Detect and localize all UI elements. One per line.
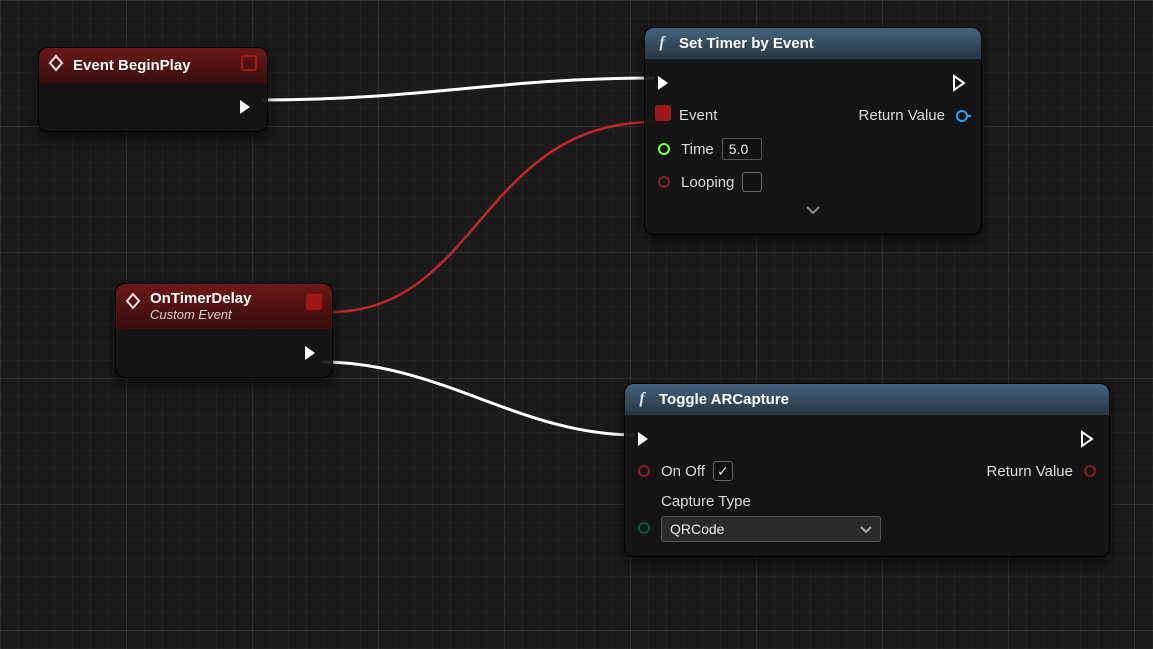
pin-label-time: Time: [681, 141, 714, 158]
return-out-pin[interactable]: [953, 107, 971, 125]
node-event-beginplay[interactable]: Event BeginPlay: [38, 47, 268, 132]
exec-in-pin[interactable]: [635, 429, 655, 449]
event-in-pin[interactable]: [655, 105, 671, 126]
event-icon: [124, 292, 142, 314]
node-toggle-arcapture[interactable]: f Toggle ARCapture On Off ✓: [624, 383, 1110, 557]
delegate-out-pin[interactable]: [241, 55, 257, 75]
pin-label-return: Return Value: [987, 463, 1073, 480]
node-header: f Set Timer by Event: [645, 28, 981, 59]
node-set-timer-by-event[interactable]: f Set Timer by Event Event Return Value: [644, 27, 982, 235]
node-subtitle: Custom Event: [150, 307, 251, 322]
exec-out-pin[interactable]: [302, 343, 322, 363]
node-ontimerdelay[interactable]: OnTimerDelay Custom Event: [115, 283, 333, 378]
dropdown-value: QRCode: [670, 521, 724, 537]
function-icon: f: [633, 390, 651, 408]
onoff-in-pin[interactable]: [635, 462, 653, 480]
exec-in-pin[interactable]: [655, 73, 675, 93]
function-icon: f: [653, 34, 671, 52]
return-out-pin[interactable]: [1081, 462, 1099, 480]
node-title: Toggle ARCapture: [659, 391, 789, 408]
pin-label-return: Return Value: [859, 107, 945, 124]
exec-out-pin[interactable]: [951, 73, 971, 93]
pin-label-looping: Looping: [681, 174, 734, 191]
pin-label-capture-type: Capture Type: [661, 493, 881, 510]
pin-label-onoff: On Off: [661, 463, 705, 480]
exec-out-pin[interactable]: [1079, 429, 1099, 449]
pin-label-event: Event: [679, 107, 717, 124]
node-header: f Toggle ARCapture: [625, 384, 1109, 415]
event-icon: [47, 54, 65, 76]
exec-out-pin[interactable]: [237, 97, 257, 117]
onoff-checkbox[interactable]: ✓: [713, 461, 733, 481]
time-in-pin[interactable]: [655, 140, 673, 158]
looping-in-pin[interactable]: [655, 173, 673, 191]
time-value-input[interactable]: 5.0: [722, 138, 762, 160]
capturetype-in-pin[interactable]: [635, 519, 653, 537]
node-title: Set Timer by Event: [679, 35, 814, 52]
chevron-down-icon: [860, 521, 872, 537]
delegate-out-pin[interactable]: [306, 294, 322, 314]
capture-type-dropdown[interactable]: QRCode: [661, 516, 881, 542]
node-header: OnTimerDelay Custom Event: [116, 284, 332, 329]
node-title: OnTimerDelay: [150, 290, 251, 307]
advanced-toggle[interactable]: [655, 198, 971, 226]
node-header: Event BeginPlay: [39, 48, 267, 83]
node-title: Event BeginPlay: [73, 57, 191, 74]
looping-checkbox[interactable]: [742, 172, 762, 192]
